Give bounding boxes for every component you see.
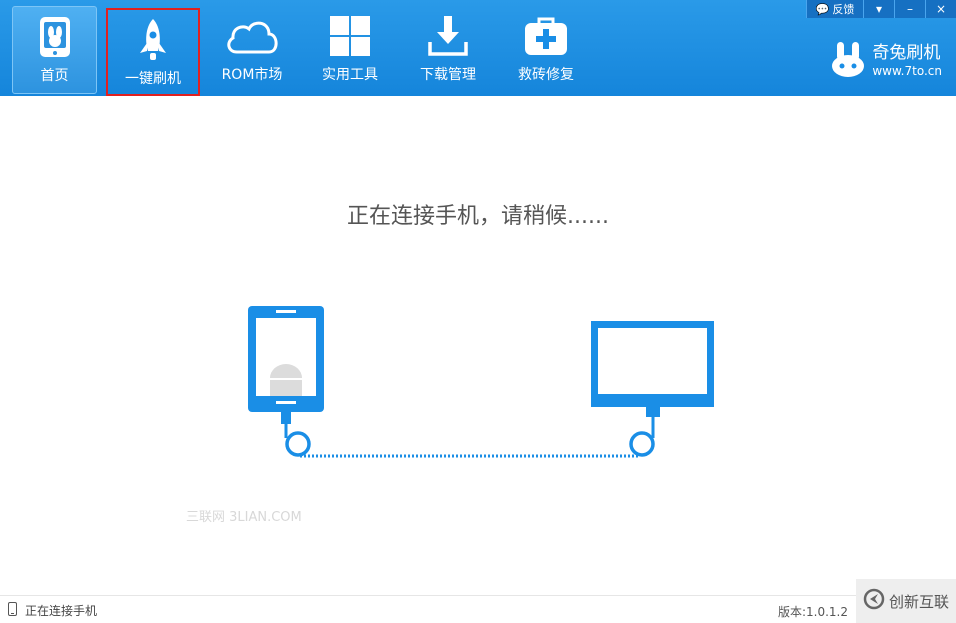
monitor-icon — [591, 321, 714, 417]
watermark-text: 三联网 3LIAN.COM — [186, 510, 302, 525]
version-label: 版本:1.0.1.2 — [777, 605, 848, 619]
corner-logo: 创新互联 — [856, 579, 956, 623]
phone-status-icon — [8, 602, 17, 619]
usb-cable — [284, 417, 655, 458]
status-text: 正在连接手机 — [25, 604, 98, 618]
corner-logo-icon — [863, 588, 885, 614]
status-bar: 正在连接手机 版本:1.0.1.2 — [0, 595, 956, 623]
corner-logo-text: 创新互联 — [888, 592, 949, 611]
android-icon — [270, 364, 302, 396]
connection-illustration — [248, 306, 714, 458]
